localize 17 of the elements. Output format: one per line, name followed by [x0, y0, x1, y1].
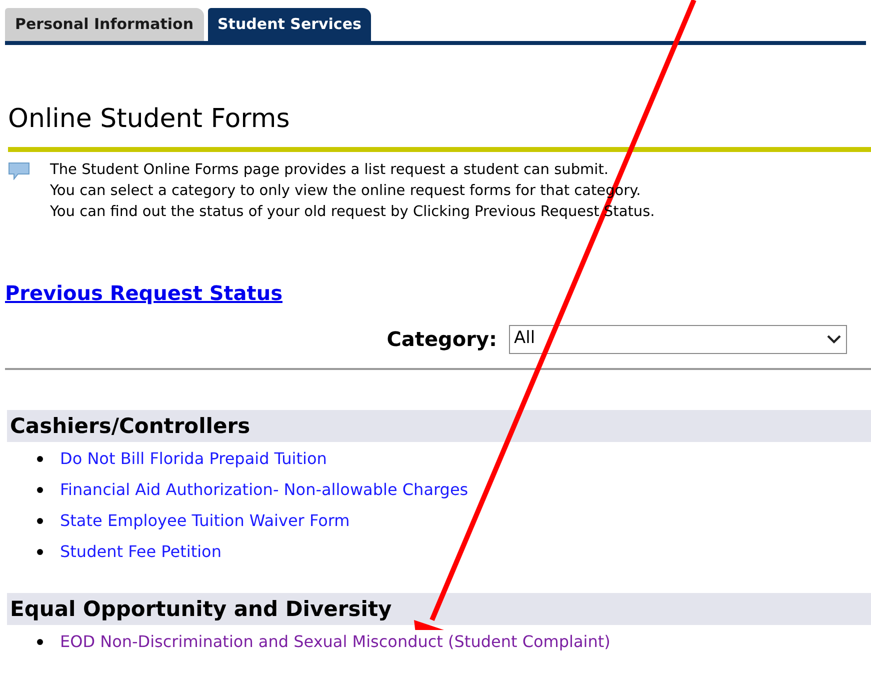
category-label: Category:: [386, 326, 497, 353]
bullet-icon: [37, 638, 43, 644]
speech-bubble-icon: [8, 162, 30, 180]
bullet-icon: [37, 456, 43, 462]
bullet-icon: [37, 548, 43, 554]
chevron-down-icon: [826, 334, 842, 344]
tab[interactable]: Personal Information: [5, 8, 204, 41]
tab[interactable]: Student Services: [208, 8, 372, 41]
section-heading: Equal Opportunity and Diversity: [7, 593, 871, 625]
category-select[interactable]: All: [509, 324, 847, 354]
section-heading: Cashiers/Controllers: [7, 410, 871, 442]
previous-request-link[interactable]: Previous Request Status: [5, 281, 282, 305]
bullet-icon: [37, 518, 43, 524]
bullet-icon: [37, 486, 43, 492]
info-text: The Student Online Forms page provides a list request a student can submit.: [50, 161, 610, 180]
page-title: Online Student Forms: [8, 103, 291, 136]
form-link[interactable]: EOD Non-Discrimination and Sexual Misconduct (Student Complaint): [60, 630, 610, 654]
